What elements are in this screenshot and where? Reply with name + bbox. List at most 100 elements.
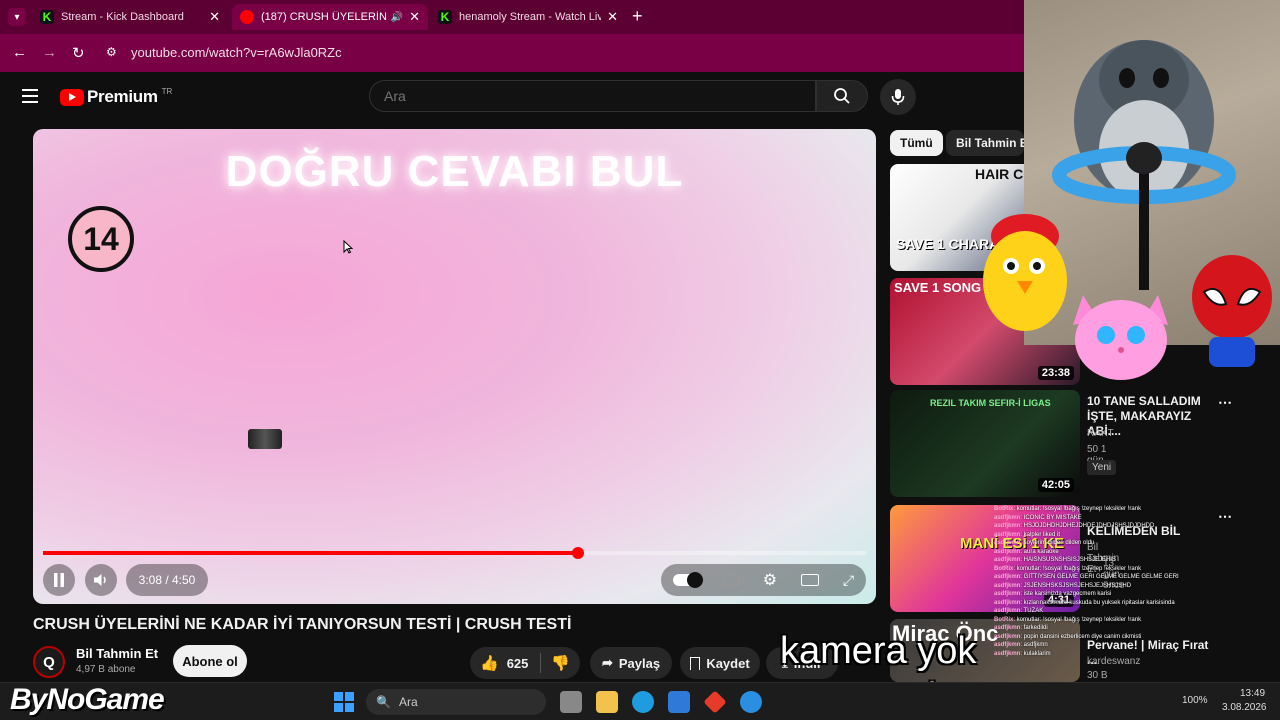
recommendation-channel[interactable]: RAKT xyxy=(1087,428,1114,439)
url-field[interactable]: youtube.com/watch?v=rA6wJla0RZc xyxy=(131,45,342,60)
chat-message: asdfjkmn: asdfjkmn xyxy=(994,641,1280,650)
chat-username[interactable]: asdfjkmn xyxy=(994,523,1020,529)
recommendation-thumbnail[interactable]: REZIL TAKIM SEFIR-İ LIGAS 42:05 xyxy=(890,390,1080,497)
taskbar-search-label: Ara xyxy=(398,695,418,709)
clock-date[interactable]: 3.08.2026 xyxy=(1222,702,1267,713)
chat-username[interactable]: asdfjkmn xyxy=(994,642,1020,648)
store-icon[interactable] xyxy=(668,691,690,713)
progress-bar[interactable] xyxy=(43,547,866,559)
channel-name[interactable]: Bil Tahmin Et xyxy=(76,646,158,661)
chat-text: : farkedildi xyxy=(1020,625,1048,631)
settings-icon[interactable]: ⚙ xyxy=(763,570,777,590)
chat-username[interactable]: asdfjkmn xyxy=(994,557,1020,563)
youtube-icon xyxy=(240,10,254,24)
overlay-text-line-1: kamera yok xyxy=(780,630,977,672)
edge-icon[interactable] xyxy=(632,691,654,713)
search-button[interactable] xyxy=(816,80,868,112)
tab-list-dropdown-icon[interactable]: ▾ xyxy=(8,8,26,26)
channel-avatar[interactable]: Q xyxy=(33,646,65,678)
autoplay-toggle[interactable] xyxy=(672,572,703,588)
chat-username[interactable]: BotRix xyxy=(994,566,1013,572)
new-badge: Yeni xyxy=(1087,460,1117,475)
task-view-icon[interactable] xyxy=(560,691,582,713)
bynogame-logo: ByNoGame xyxy=(10,683,165,716)
chat-message: asdfjkmn: kulaklarim xyxy=(994,650,1280,659)
chat-username[interactable]: asdfjkmn xyxy=(994,625,1020,631)
back-icon[interactable]: ← xyxy=(12,44,27,61)
pause-button[interactable] xyxy=(43,564,75,596)
countdown-badge: 14 xyxy=(68,206,134,272)
like-button[interactable]: 👍 625 xyxy=(470,654,528,672)
chat-username[interactable]: asdfjkmn xyxy=(994,600,1020,606)
subtitles-icon[interactable] xyxy=(722,574,739,586)
browser-tab-strip: ▾ K Stream - Kick Dashboard ✕ (187) CRUS… xyxy=(0,0,1024,34)
new-tab-button[interactable]: + xyxy=(632,6,643,27)
close-tab-icon[interactable]: ✕ xyxy=(409,9,420,25)
subscribe-button[interactable]: Abone ol xyxy=(173,645,247,677)
taskbar-search[interactable]: 🔍 Ara xyxy=(366,689,546,715)
help-icon[interactable] xyxy=(740,691,762,713)
right-controls: ⚙ ⤢ xyxy=(661,564,866,596)
chat-message: asdfjkmn: TUZAK xyxy=(994,607,1280,616)
reload-icon[interactable]: ↻ xyxy=(72,44,85,62)
search-input[interactable] xyxy=(370,81,815,111)
miniplayer-icon[interactable] xyxy=(800,574,819,586)
chat-username[interactable]: asdfjkmn xyxy=(994,515,1020,521)
progress-fill xyxy=(43,551,578,555)
chat-message: BotRix: komutlar: !sosyal !bağış !zeynep… xyxy=(994,616,1280,625)
video-overlay-title: DOĞRU CEVABI BUL xyxy=(225,147,684,196)
chat-username[interactable]: asdfjkmn xyxy=(994,634,1020,640)
country-code: TR xyxy=(161,86,173,96)
save-button[interactable]: Kaydet xyxy=(680,647,760,679)
chat-username[interactable]: asdfjkmn xyxy=(994,532,1020,538)
chip-bil-tahmin-et[interactable]: Bil Tahmin Et xyxy=(946,130,1024,156)
start-icon[interactable] xyxy=(334,692,354,712)
tab-youtube-video[interactable]: (187) CRUSH ÜYELERİNİ NE 🔊 ✕ xyxy=(232,4,428,30)
chat-username[interactable]: asdfjkmn xyxy=(994,574,1020,580)
thumbs-down-icon[interactable]: 👎 xyxy=(551,654,570,672)
mouse-cursor-icon xyxy=(343,240,353,254)
chat-username[interactable]: asdfjkmn xyxy=(994,608,1020,614)
speaker-icon[interactable]: 🔊 xyxy=(391,12,403,23)
chat-text: : JSJENSHSKSJSHSJEHSJEJSHSJSHD xyxy=(1020,582,1132,589)
chat-message: asdfjkmn: HAISNSUSNSHSISJSHSJEJEHIS xyxy=(994,556,1280,565)
chat-message: asdfjkmn: JSJENSHSKSJSHSJEHSJEJSHSJSHD xyxy=(994,582,1280,591)
tab-kick-dashboard[interactable]: K Stream - Kick Dashboard ✕ xyxy=(32,4,228,30)
video-player[interactable]: DOĞRU CEVABI BUL 14 3:08 / 4:50 ⚙ ⤢ xyxy=(33,129,876,604)
chat-username[interactable]: asdfjkmn xyxy=(994,651,1020,657)
share-icon: ➦ xyxy=(601,655,613,670)
video-duration: 42:05 xyxy=(1037,478,1074,492)
forward-icon[interactable]: → xyxy=(42,44,57,61)
more-options-icon[interactable]: ⋯ xyxy=(1218,394,1232,411)
site-info-icon[interactable]: ⚙ xyxy=(106,45,117,59)
clock-time[interactable]: 13:49 xyxy=(1240,688,1265,699)
share-button[interactable]: ➦ Paylaş xyxy=(590,647,672,679)
chick-sticker xyxy=(983,214,1067,331)
chat-text: : komutlar: !sosyal !bağış !zeynep !eksi… xyxy=(1013,506,1142,512)
chat-username[interactable]: asdfjkmn xyxy=(994,583,1020,589)
progress-scrubber[interactable] xyxy=(571,547,584,559)
chat-message: asdfjkmn: farkedildi xyxy=(994,624,1280,633)
menu-icon[interactable] xyxy=(22,89,38,107)
youtube-logo[interactable]: Premium TR xyxy=(60,87,172,107)
kick-icon: K xyxy=(40,10,54,24)
chat-username[interactable]: asdfjkmn xyxy=(994,591,1020,597)
close-tab-icon[interactable]: ✕ xyxy=(607,9,618,25)
app-red-icon[interactable] xyxy=(703,690,727,714)
file-explorer-icon[interactable] xyxy=(596,691,618,713)
divider xyxy=(540,653,542,673)
pause-icon xyxy=(54,573,64,587)
like-dislike-group: 👍 625 👎 xyxy=(470,647,580,679)
chat-message: asdfjkmn: kalpler liked it xyxy=(994,531,1280,540)
chip-all[interactable]: Tümü xyxy=(890,130,943,156)
tab-kick-stream[interactable]: K henamoly Stream - Watch Live ✕ xyxy=(430,4,626,30)
volume-button[interactable] xyxy=(85,564,117,596)
close-tab-icon[interactable]: ✕ xyxy=(209,9,220,25)
chat-username[interactable]: asdfjkmn xyxy=(994,540,1020,546)
chat-username[interactable]: BotRix xyxy=(994,617,1013,623)
fullscreen-icon[interactable]: ⤢ xyxy=(843,572,854,589)
chat-text: : ICONIC BY MISTAKE xyxy=(1020,514,1082,521)
chat-username[interactable]: BotRix xyxy=(994,506,1013,512)
chat-username[interactable]: asdfjkmn xyxy=(994,549,1020,555)
voice-search-button[interactable] xyxy=(880,79,916,115)
